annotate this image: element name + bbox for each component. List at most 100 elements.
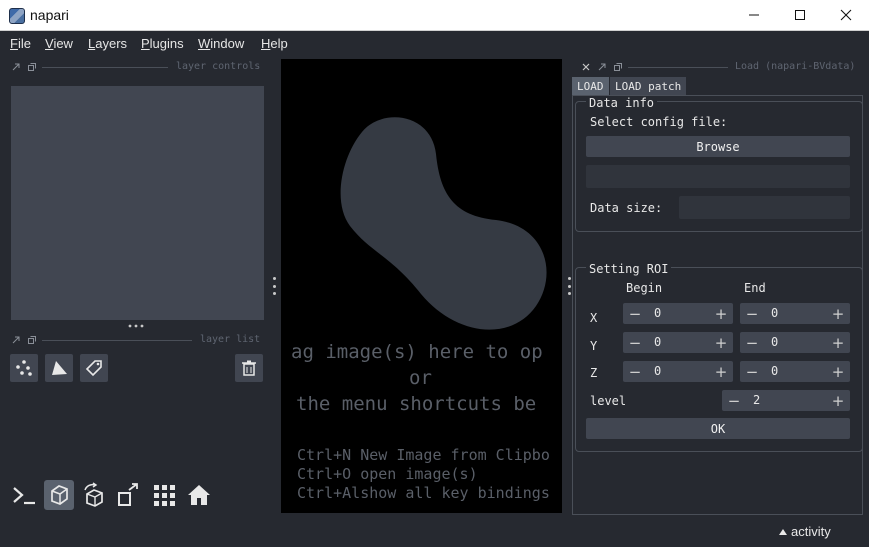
ok-button[interactable]: OK [586, 418, 850, 439]
decrement-icon[interactable]: − [742, 303, 762, 324]
z-begin-value[interactable]: 0 [654, 364, 661, 378]
y-begin-spinbox[interactable]: − 0 + [623, 332, 733, 353]
plugin-dock-title: Load (napari-BVdata) [735, 61, 856, 72]
z-end-spinbox[interactable]: − 0 + [740, 361, 850, 382]
trash-icon [242, 360, 256, 376]
y-end-value[interactable]: 0 [771, 335, 778, 349]
labels-tag-icon [85, 360, 102, 377]
layer-controls-panel [11, 86, 264, 320]
grid-view-button[interactable] [149, 480, 179, 510]
home-icon [188, 485, 210, 505]
console-button[interactable] [9, 480, 39, 510]
increment-icon[interactable]: + [828, 361, 848, 382]
float-dock-icon[interactable] [12, 63, 20, 71]
increment-icon[interactable]: + [828, 303, 848, 324]
delete-layer-button[interactable] [235, 354, 263, 382]
activity-button[interactable]: activity [779, 524, 831, 539]
title-bar: napari [0, 0, 869, 31]
maximize-button[interactable] [777, 0, 823, 30]
restore-dock-icon[interactable] [614, 63, 622, 71]
menu-window[interactable]: Window [198, 36, 244, 51]
welcome-line-1: ag image(s) here to op [291, 341, 543, 363]
menu-layers[interactable]: Layers [88, 36, 127, 51]
tab-load[interactable]: LOAD [572, 77, 609, 95]
level-value[interactable]: 2 [753, 393, 760, 407]
decrement-icon[interactable]: − [742, 361, 762, 382]
x-end-spinbox[interactable]: − 0 + [740, 303, 850, 324]
layer-list-title: layer list [200, 334, 261, 345]
transpose-dims-button[interactable] [114, 480, 144, 510]
x-end-value[interactable]: 0 [771, 306, 778, 320]
restore-dock-icon[interactable] [28, 63, 36, 71]
decrement-icon[interactable]: − [724, 390, 744, 411]
napari-logo-icon [9, 8, 25, 24]
level-spinbox[interactable]: − 2 + [722, 390, 850, 411]
reset-view-button[interactable] [184, 480, 214, 510]
float-dock-icon[interactable] [598, 63, 606, 71]
new-points-layer-button[interactable] [10, 354, 38, 382]
config-path-field[interactable] [586, 165, 850, 188]
increment-icon[interactable]: + [828, 332, 848, 353]
close-icon [840, 9, 852, 21]
decrement-icon[interactable]: − [742, 332, 762, 353]
data-size-label: Data size: [590, 201, 663, 215]
cube-3d-icon [51, 485, 68, 505]
data-info-title: Data info [586, 96, 658, 110]
close-window-button[interactable] [823, 0, 869, 30]
menu-help[interactable]: Help [261, 36, 288, 51]
menu-view[interactable]: View [45, 36, 73, 51]
shortcut-line-3: Ctrl+Alshow all key bindings [297, 484, 550, 502]
y-begin-value[interactable]: 0 [654, 335, 661, 349]
browse-button[interactable]: Browse [586, 136, 850, 157]
increment-icon[interactable]: + [711, 332, 731, 353]
x-begin-spinbox[interactable]: − 0 + [623, 303, 733, 324]
ndisplay-button[interactable] [44, 480, 74, 510]
viewer-canvas[interactable]: ag image(s) here to op or the menu short… [281, 59, 562, 513]
new-labels-layer-button[interactable] [80, 354, 108, 382]
tab-load-patch[interactable]: LOAD patch [610, 77, 687, 95]
window-title: napari [30, 7, 69, 23]
axis-z-label: Z [590, 366, 598, 380]
dock-splitter-handle[interactable] [567, 277, 571, 295]
decrement-icon[interactable]: − [625, 361, 645, 382]
increment-icon[interactable]: + [711, 361, 731, 382]
close-dock-icon[interactable] [582, 63, 590, 71]
increment-icon[interactable]: + [711, 303, 731, 324]
maximize-icon [795, 10, 805, 20]
menu-bar: File View Layers Plugins Window Help [0, 31, 869, 56]
points-icon [16, 360, 32, 376]
roll-dims-button[interactable] [79, 480, 109, 510]
axis-y-label: Y [590, 339, 598, 353]
decrement-icon[interactable]: − [625, 303, 645, 324]
grid-icon [154, 485, 175, 506]
float-dock-icon[interactable] [12, 336, 20, 344]
dock-splitter-handle[interactable] [272, 277, 276, 295]
dock-title-divider [42, 340, 192, 341]
increment-icon[interactable]: + [828, 390, 848, 411]
begin-label: Begin [626, 281, 663, 295]
splitter-handle-icon[interactable] [128, 324, 144, 328]
menu-plugins[interactable]: Plugins [141, 36, 184, 51]
dock-title-divider [42, 67, 168, 68]
level-label: level [590, 394, 627, 408]
menu-file[interactable]: File [10, 36, 31, 51]
restore-dock-icon[interactable] [28, 336, 36, 344]
layer-controls-title: layer controls [176, 61, 261, 72]
status-bar [0, 518, 869, 547]
console-icon [13, 487, 35, 505]
new-shapes-layer-button[interactable] [45, 354, 73, 382]
napari-logo-icon [340, 117, 547, 330]
welcome-line-2: or [409, 367, 432, 389]
roll-icon [84, 482, 103, 507]
setting-roi-title: Setting ROI [586, 262, 672, 276]
end-label: End [744, 281, 766, 295]
shapes-icon [52, 361, 67, 375]
z-begin-spinbox[interactable]: − 0 + [623, 361, 733, 382]
x-begin-value[interactable]: 0 [654, 306, 661, 320]
dock-title-divider [628, 67, 728, 68]
decrement-icon[interactable]: − [625, 332, 645, 353]
z-end-value[interactable]: 0 [771, 364, 778, 378]
data-size-field[interactable] [679, 196, 850, 219]
y-end-spinbox[interactable]: − 0 + [740, 332, 850, 353]
minimize-button[interactable] [731, 0, 777, 30]
